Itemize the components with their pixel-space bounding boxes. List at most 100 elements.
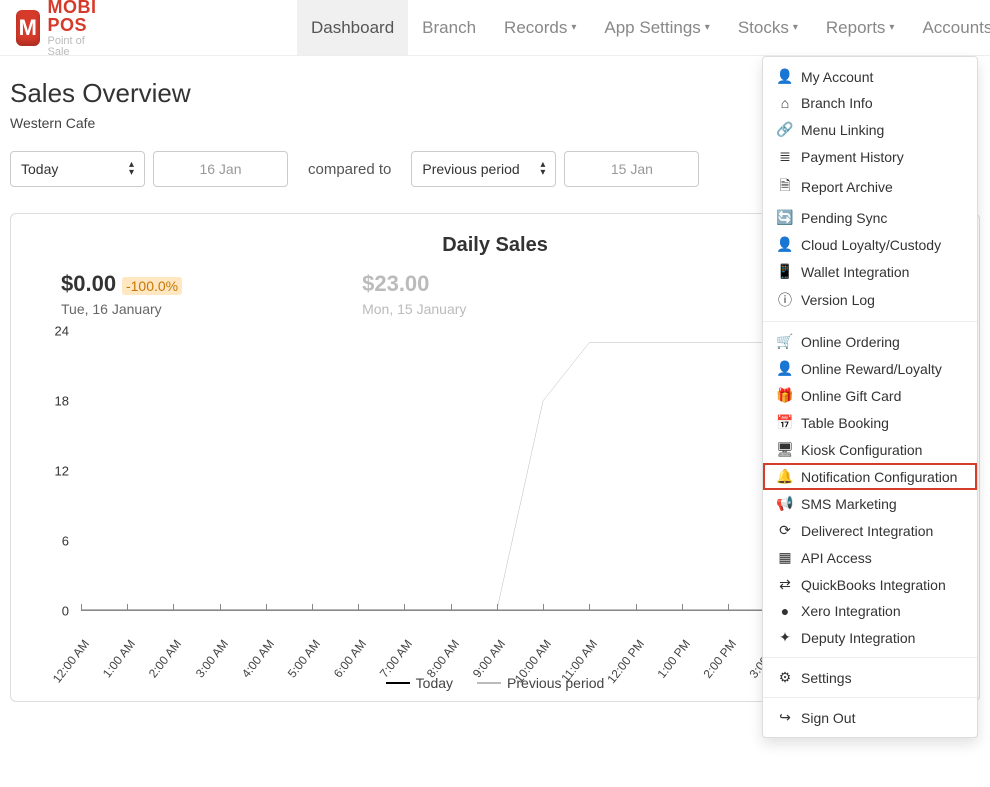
nav-reports[interactable]: Reports	[812, 0, 909, 55]
previous-summary: $23.00 Mon, 15 January	[362, 271, 466, 317]
menu-item-label: QuickBooks Integration	[801, 577, 946, 593]
bell-icon: 🔔	[777, 468, 793, 485]
menu-item-label: Payment History	[801, 149, 904, 165]
legend-previous[interactable]: Previous period	[477, 675, 604, 691]
date-range-value[interactable]: 16 Jan	[153, 151, 288, 187]
menu-item-label: Xero Integration	[801, 603, 901, 619]
menu-online-gift-card[interactable]: 🎁Online Gift Card	[763, 382, 977, 409]
date-range-label: Today	[21, 161, 58, 177]
y-tick: 0	[62, 604, 69, 619]
menu-sign-out[interactable]: ↪ Sign Out	[763, 704, 977, 731]
x-tick: 4:00 AM	[239, 637, 277, 680]
list-icon: ≣	[777, 148, 793, 165]
person-icon: 👤	[777, 68, 793, 85]
menu-table-booking[interactable]: 📅Table Booking	[763, 409, 977, 436]
menu-payment-history[interactable]: ≣ Payment History	[763, 143, 977, 170]
megaphone-icon: 📢	[777, 495, 793, 512]
x-tick: 8:00 AM	[424, 637, 462, 680]
cloud-person-icon: 👤	[777, 236, 793, 253]
menu-item-label: Notification Configuration	[801, 469, 957, 485]
gift-icon: 🎁	[777, 387, 793, 404]
legend-swatch-today	[386, 682, 410, 684]
dropdown-separator	[763, 657, 977, 658]
current-date: Tue, 16 January	[61, 301, 182, 317]
menu-deputy-integration[interactable]: ✦ Deputy Integration	[763, 624, 977, 651]
brand-main: MOBI POS	[48, 0, 109, 34]
brand-logo-icon: M	[16, 10, 40, 46]
dropdown-separator	[763, 697, 977, 698]
cart-icon: 🛒	[777, 333, 793, 350]
navbar: M MOBI POS Point of Sale DashboardBranch…	[0, 0, 990, 56]
legend-swatch-previous	[477, 682, 501, 684]
shuffle-icon: ⇄	[777, 576, 793, 593]
compare-select[interactable]: Previous period	[411, 151, 556, 187]
nav-records[interactable]: Records	[490, 0, 590, 55]
menu-item-label: Branch Info	[801, 95, 873, 111]
menu-online-ordering[interactable]: 🛒 Online Ordering	[763, 328, 977, 355]
signout-icon: ↪	[777, 709, 793, 726]
menu-item-label: SMS Marketing	[801, 496, 897, 512]
updown-icon	[129, 161, 134, 177]
y-tick: 24	[55, 324, 69, 339]
mobile-icon: 📱	[777, 263, 793, 280]
menu-item-label: Settings	[801, 670, 852, 686]
x-tick: 5:00 AM	[285, 637, 323, 680]
menu-item-label: My Account	[801, 69, 873, 85]
nav-branch[interactable]: Branch	[408, 0, 490, 55]
menu-version-log[interactable]: ⓘVersion Log	[763, 285, 977, 315]
compare-date-value[interactable]: 15 Jan	[564, 151, 699, 187]
menu-menu-linking[interactable]: 🔗Menu Linking	[763, 116, 977, 143]
menu-sms-marketing[interactable]: 📢 SMS Marketing	[763, 490, 977, 517]
x-tick: 9:00 AM	[470, 637, 508, 680]
menu-xero-integration[interactable]: ●Xero Integration	[763, 598, 977, 624]
menu-quickbooks-integration[interactable]: ⇄ QuickBooks Integration	[763, 571, 977, 598]
menu-item-label: Online Reward/Loyalty	[801, 361, 942, 377]
file-icon: 🗎	[777, 175, 793, 199]
menu-branch-info[interactable]: ⌂Branch Info	[763, 90, 977, 116]
menu-settings[interactable]: ⚙ Settings	[763, 664, 977, 691]
nav-app-settings[interactable]: App Settings	[590, 0, 723, 55]
menu-item-label: Report Archive	[801, 179, 893, 195]
nav-dashboard[interactable]: Dashboard	[297, 0, 408, 55]
menu-my-account[interactable]: 👤 My Account	[763, 63, 977, 90]
caret-down-icon	[571, 22, 576, 33]
y-tick: 6	[62, 534, 69, 549]
dropdown-separator	[763, 321, 977, 322]
nav-stocks[interactable]: Stocks	[724, 0, 812, 55]
x-tick: 7:00 AM	[377, 637, 415, 680]
user-dropdown: 👤 My Account ⌂Branch Info🔗Menu Linking ≣ Pay…	[762, 56, 978, 738]
menu-report-archive[interactable]: 🗎 Report Archive	[763, 170, 977, 204]
caret-down-icon	[705, 22, 710, 33]
link-icon: 🔗	[777, 121, 793, 138]
previous-date: Mon, 15 January	[362, 301, 466, 317]
compared-to-label: compared to	[308, 161, 391, 178]
menu-item-label: Sign Out	[801, 710, 855, 726]
nav-accounts[interactable]: Accounts	[908, 0, 990, 55]
gear-icon: ⚙	[777, 669, 793, 686]
deputy-icon: ✦	[777, 629, 793, 646]
menu-api-access[interactable]: ▦API Access	[763, 544, 977, 571]
updown-icon	[540, 161, 545, 177]
menu-pending-sync[interactable]: 🔄Pending Sync	[763, 204, 977, 231]
brand[interactable]: M MOBI POS Point of Sale	[8, 0, 117, 58]
current-amount: $0.00	[61, 271, 116, 296]
menu-item-label: Cloud Loyalty/Custody	[801, 237, 941, 253]
menu-notification-configuration[interactable]: 🔔 Notification Configuration	[763, 463, 977, 490]
menu-item-label: Pending Sync	[801, 210, 887, 226]
menu-kiosk-configuration[interactable]: 🖥Kiosk Configuration	[763, 436, 977, 463]
previous-amount: $23.00	[362, 271, 429, 296]
menu-item-label: Wallet Integration	[801, 264, 909, 280]
menu-item-label: API Access	[801, 550, 872, 566]
legend-today[interactable]: Today	[386, 675, 453, 691]
menu-online-reward-loyalty[interactable]: 👤Online Reward/Loyalty	[763, 355, 977, 382]
menu-item-label: Deputy Integration	[801, 630, 915, 646]
menu-cloud-loyalty-custody[interactable]: 👤 Cloud Loyalty/Custody	[763, 231, 977, 258]
caret-down-icon	[793, 22, 798, 33]
current-summary: $0.00 -100.0% Tue, 16 January	[61, 271, 182, 317]
menu-item-label: Online Ordering	[801, 334, 900, 350]
circle-arrow-icon: ⟳	[777, 522, 793, 539]
menu-wallet-integration[interactable]: 📱 Wallet Integration	[763, 258, 977, 285]
menu-item-label: Version Log	[801, 292, 875, 308]
menu-deliverect-integration[interactable]: ⟳Deliverect Integration	[763, 517, 977, 544]
date-range-select[interactable]: Today	[10, 151, 145, 187]
